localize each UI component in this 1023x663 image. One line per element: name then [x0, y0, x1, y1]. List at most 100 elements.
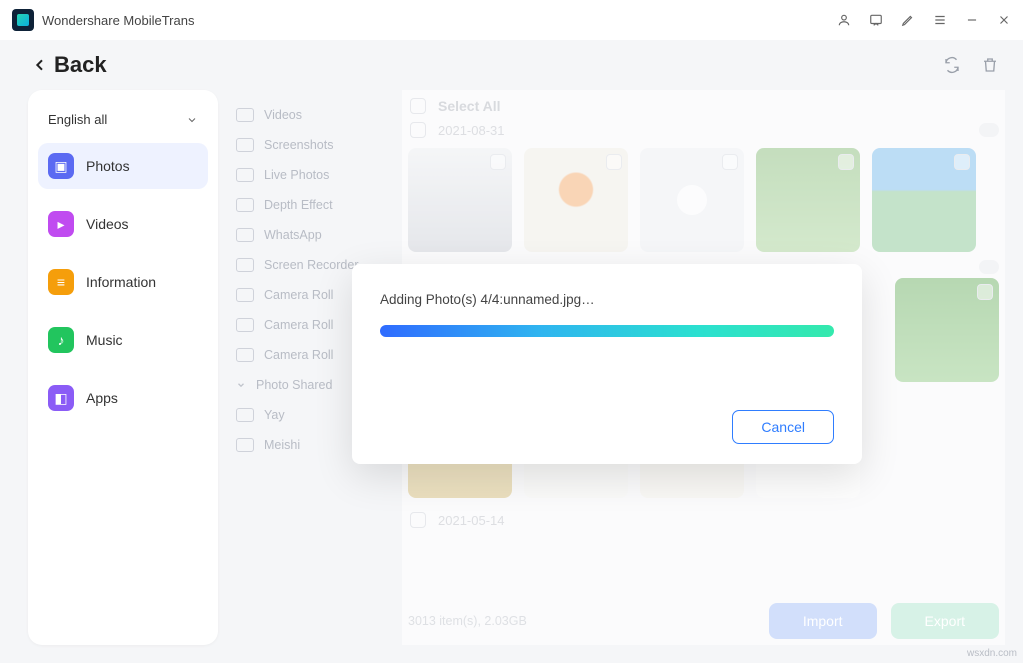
modal-footer: Cancel	[380, 410, 834, 444]
date-label: 2021-05-14	[438, 513, 505, 528]
photo-thumb[interactable]	[895, 278, 999, 382]
folder-label: Camera Roll	[264, 288, 333, 302]
trash-icon[interactable]	[981, 56, 999, 74]
folder-label: Yay	[264, 408, 285, 422]
progress-bar	[380, 325, 834, 337]
date-group-2[interactable]: 2021-05-14	[402, 506, 1005, 534]
information-icon: ≡	[48, 269, 74, 295]
sidebar-item-music[interactable]: ♪ Music	[38, 317, 208, 363]
folder-icon	[236, 348, 254, 362]
refresh-icon[interactable]	[943, 56, 961, 74]
videos-icon: ▸	[48, 211, 74, 237]
date-label: 2021-08-31	[438, 123, 505, 138]
folder-item[interactable]: Videos	[230, 100, 390, 130]
footer-buttons: Import Export	[769, 603, 999, 639]
sidebar-item-label: Photos	[86, 158, 130, 174]
folder-item[interactable]: Depth Effect	[230, 190, 390, 220]
minimize-icon[interactable]	[965, 13, 979, 27]
feedback-icon[interactable]	[869, 13, 883, 27]
folder-label: Camera Roll	[264, 348, 333, 362]
folder-icon	[236, 168, 254, 182]
folder-label: Live Photos	[264, 168, 329, 182]
menu-icon[interactable]	[933, 13, 947, 27]
folder-icon	[236, 228, 254, 242]
select-all-label: Select All	[438, 98, 501, 114]
checkbox[interactable]	[410, 98, 426, 114]
checkbox[interactable]	[954, 154, 970, 170]
sidebar-item-videos[interactable]: ▸ Videos	[38, 201, 208, 247]
checkbox[interactable]	[410, 512, 426, 528]
checkbox[interactable]	[722, 154, 738, 170]
date-group-1[interactable]: 2021-08-31	[402, 116, 1005, 144]
sidebar-item-label: Apps	[86, 390, 118, 406]
close-icon[interactable]	[997, 13, 1011, 27]
checkbox[interactable]	[977, 284, 993, 300]
photo-thumb[interactable]	[524, 148, 628, 252]
sidebar-item-label: Music	[86, 332, 123, 348]
back-row: Back	[0, 40, 1023, 90]
folder-icon	[236, 438, 254, 452]
photo-thumb[interactable]	[872, 148, 976, 252]
checkbox[interactable]	[490, 154, 506, 170]
checkbox[interactable]	[606, 154, 622, 170]
sidebar-item-photos[interactable]: ▣ Photos	[38, 143, 208, 189]
app-logo	[12, 9, 34, 31]
photo-thumb[interactable]	[756, 148, 860, 252]
folder-icon	[236, 198, 254, 212]
folder-label: Screenshots	[264, 138, 333, 152]
video-thumb[interactable]	[640, 148, 744, 252]
checkbox[interactable]	[410, 122, 426, 138]
summary-text: 3013 item(s), 2.03GB	[408, 614, 527, 628]
folder-icon	[236, 288, 254, 302]
cancel-button[interactable]: Cancel	[732, 410, 834, 444]
app-title: Wondershare MobileTrans	[42, 13, 194, 28]
titlebar-left: Wondershare MobileTrans	[12, 9, 194, 31]
chevron-left-icon	[32, 57, 48, 73]
progress-message: Adding Photo(s) 4/4:unnamed.jpg…	[380, 292, 834, 307]
edit-icon[interactable]	[901, 13, 915, 27]
folder-item[interactable]: Live Photos	[230, 160, 390, 190]
folder-icon	[236, 258, 254, 272]
folder-label: Screen Recorder	[264, 258, 359, 272]
apps-icon: ◧	[48, 385, 74, 411]
import-button[interactable]: Import	[769, 603, 877, 639]
sidebar-item-label: Information	[86, 274, 156, 290]
language-label: English all	[48, 112, 107, 127]
chevron-down-icon	[236, 380, 246, 390]
backrow-actions	[943, 56, 999, 74]
sidebar-item-information[interactable]: ≡ Information	[38, 259, 208, 305]
sidebar-item-label: Videos	[86, 216, 129, 232]
photo-thumb[interactable]	[408, 148, 512, 252]
folder-item[interactable]: Screenshots	[230, 130, 390, 160]
count-badge	[979, 123, 999, 137]
titlebar: Wondershare MobileTrans	[0, 0, 1023, 40]
titlebar-actions	[837, 13, 1011, 27]
folder-icon	[236, 108, 254, 122]
folder-label: Meishi	[264, 438, 300, 452]
progress-dialog: Adding Photo(s) 4/4:unnamed.jpg… Cancel	[352, 264, 862, 464]
music-icon: ♪	[48, 327, 74, 353]
sidebar: English all ▣ Photos ▸ Videos ≡ Informat…	[28, 90, 218, 645]
folder-label: Depth Effect	[264, 198, 333, 212]
folder-label: Camera Roll	[264, 318, 333, 332]
content-footer: 3013 item(s), 2.03GB Import Export	[408, 603, 999, 639]
folder-item[interactable]: WhatsApp	[230, 220, 390, 250]
folder-icon	[236, 408, 254, 422]
thumb-grid-1	[402, 144, 1005, 260]
language-selector[interactable]: English all	[38, 106, 208, 143]
checkbox[interactable]	[838, 154, 854, 170]
export-button[interactable]: Export	[891, 603, 999, 639]
back-label: Back	[54, 52, 107, 78]
select-all-row[interactable]: Select All	[402, 96, 1005, 116]
folder-label: Photo Shared	[256, 378, 332, 392]
folder-label: WhatsApp	[264, 228, 322, 242]
back-button[interactable]: Back	[32, 52, 107, 78]
chevron-down-icon	[186, 114, 198, 126]
sidebar-item-apps[interactable]: ◧ Apps	[38, 375, 208, 421]
photos-icon: ▣	[48, 153, 74, 179]
watermark: wsxdn.com	[967, 648, 1017, 659]
count-badge	[979, 260, 999, 274]
folder-icon	[236, 138, 254, 152]
folder-label: Videos	[264, 108, 302, 122]
account-icon[interactable]	[837, 13, 851, 27]
